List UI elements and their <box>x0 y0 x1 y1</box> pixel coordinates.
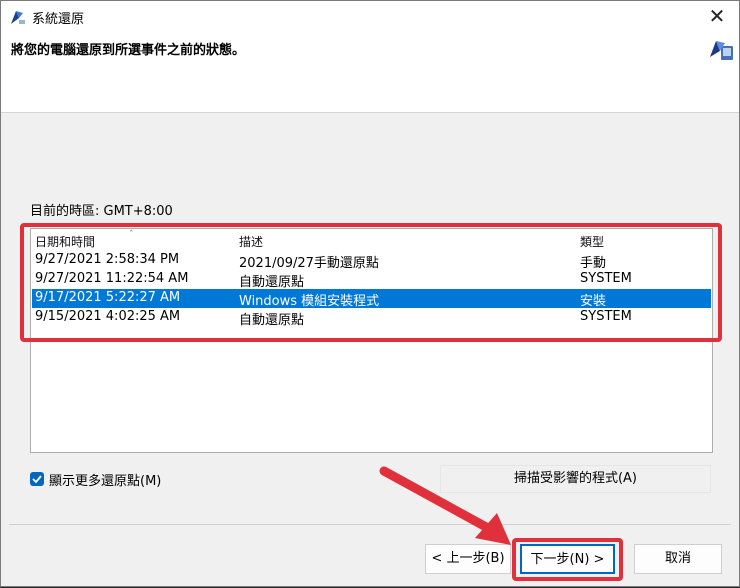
row-type: 安裝 <box>580 294 607 309</box>
show-more-label[interactable]: 顯示更多還原點(M) <box>49 470 161 489</box>
close-button[interactable]: ✕ <box>695 1 739 33</box>
next-button[interactable]: 下一步(N) > <box>520 544 615 574</box>
row-date: 9/17/2021 5:22:27 AM <box>35 290 181 305</box>
show-more-checkbox[interactable] <box>30 472 44 486</box>
footer-divider <box>9 524 731 525</box>
wizard-header: 將您的電腦還原到所選事件之前的狀態。 <box>1 33 739 113</box>
title-bar: 系統還原 ✕ <box>1 1 739 33</box>
scan-affected-programs-button[interactable]: 掃描受影響的程式(A) <box>440 465 711 493</box>
row-date: 9/15/2021 4:02:25 AM <box>35 309 181 324</box>
restore-point-list[interactable]: 日期和時間 ˆ 描述 類型 9/27/2021 2:58:34 PM 2021/… <box>30 228 713 453</box>
column-header-type[interactable]: 類型 <box>580 233 604 250</box>
row-type: 手動 <box>580 256 607 271</box>
column-header-date[interactable]: 日期和時間 <box>35 233 95 250</box>
table-row[interactable]: 9/15/2021 4:02:25 AM 自動還原點 SYSTEM <box>32 308 711 328</box>
table-row[interactable]: 9/27/2021 11:22:54 AM 自動還原點 SYSTEM <box>32 270 711 290</box>
table-row[interactable]: 9/27/2021 2:58:34 PM 2021/09/27手動還原點 手動 <box>32 251 711 271</box>
row-date: 9/27/2021 11:22:54 AM <box>35 271 189 286</box>
row-type: SYSTEM <box>580 309 632 324</box>
row-description: Windows 模組安裝程式 <box>239 294 380 309</box>
cancel-button[interactable]: 取消 <box>634 544 722 574</box>
row-description: 自動還原點 <box>239 313 305 328</box>
checkmark-icon <box>32 475 42 484</box>
system-restore-window: 系統還原 ✕ 將您的電腦還原到所選事件之前的狀態。 目前的時區: GMT+8:0… <box>0 0 740 587</box>
close-icon: ✕ <box>708 4 726 28</box>
timezone-label: 目前的時區: GMT+8:00 <box>30 204 173 219</box>
row-date: 9/27/2021 2:58:34 PM <box>35 252 180 267</box>
window-title: 系統還原 <box>32 12 85 27</box>
system-restore-icon <box>11 11 25 24</box>
back-button[interactable]: < 上一步(B) <box>425 544 511 574</box>
table-row-selected[interactable]: 9/17/2021 5:22:27 AM Windows 模組安裝程式 安裝 <box>32 289 711 309</box>
column-header-description[interactable]: 描述 <box>239 233 263 250</box>
header-text: 將您的電腦還原到所選事件之前的狀態。 <box>11 43 246 58</box>
sort-arrow-icon: ˆ <box>129 230 134 240</box>
row-description: 自動還原點 <box>239 275 305 290</box>
restore-wizard-icon <box>710 41 733 60</box>
row-description: 2021/09/27手動還原點 <box>239 256 379 271</box>
row-type: SYSTEM <box>580 271 632 286</box>
